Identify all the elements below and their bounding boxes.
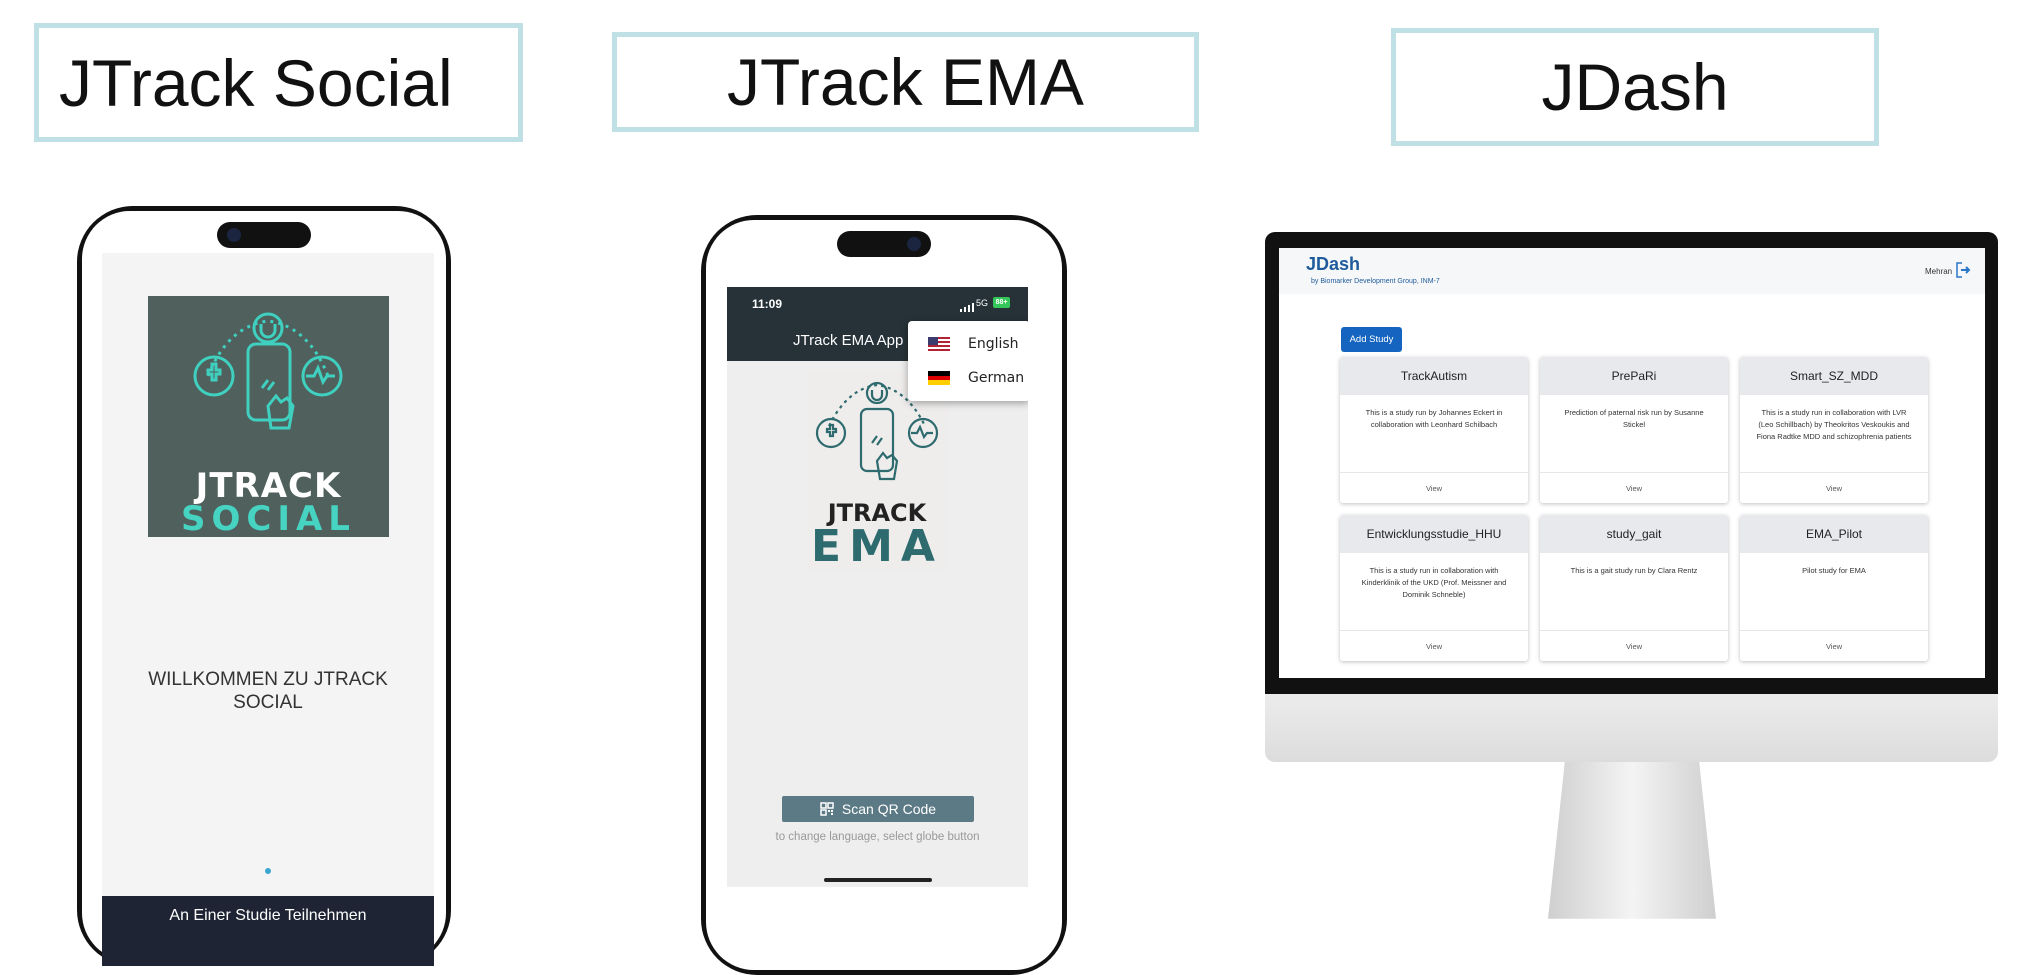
scan-qr-label: Scan QR Code — [841, 801, 937, 817]
logo-line-2: EMA — [811, 521, 943, 572]
network-label: 5G — [976, 298, 989, 308]
logo-line-2: SOCIAL — [181, 499, 356, 539]
study-card: TrackAutism This is a study run by Johan… — [1340, 357, 1528, 503]
study-card-title: TrackAutism — [1340, 357, 1528, 395]
ema-app-screen: 11:09 5G 88+ JTrack EMA App JTRACK EMA E… — [727, 287, 1028, 887]
join-study-label: An Einer Studie Teilnehmen — [169, 907, 367, 924]
language-hint: to change language, select globe button — [775, 831, 980, 843]
study-card: Entwicklungsstudie_HHU This is a study r… — [1340, 515, 1528, 661]
study-card-description: This is a study run in collaboration wit… — [1756, 408, 1912, 441]
study-card-description: This is a study run by Johannes Eckert i… — [1365, 408, 1503, 429]
heading-jtrack-ema: JTrack EMA — [612, 32, 1199, 132]
study-card-description: Prediction of paternal risk run by Susan… — [1564, 408, 1704, 429]
study-card-title: Entwicklungsstudie_HHU — [1340, 515, 1528, 553]
scan-qr-button[interactable]: Scan QR Code — [782, 796, 974, 822]
phone-notch — [837, 231, 931, 257]
language-menu: English German — [908, 321, 1028, 401]
jdash-brand[interactable]: JDash — [1306, 254, 1360, 275]
jtrack-social-logo: JTRACK SOCIAL — [148, 296, 389, 539]
study-card-description: Pilot study for EMA — [1802, 566, 1866, 575]
study-card: EMA_Pilot Pilot study for EMA View — [1740, 515, 1928, 661]
study-card-title: PrePaRi — [1540, 357, 1728, 395]
home-indicator — [824, 878, 932, 882]
battery-indicator: 88+ — [993, 297, 1010, 308]
join-study-button[interactable]: An Einer Studie Teilnehmen — [102, 896, 434, 966]
study-card-title: Smart_SZ_MDD — [1740, 357, 1928, 395]
jdash-subtitle: by Biomarker Development Group, INM-7 — [1311, 278, 1440, 285]
logout-icon[interactable] — [1955, 261, 1971, 279]
jdash-screen: JDash by Biomarker Development Group, IN… — [1279, 248, 1985, 678]
study-card-description: This is a study run in collaboration wit… — [1361, 566, 1507, 599]
monitor-stand — [1548, 762, 1716, 919]
camera — [227, 228, 241, 242]
add-study-button[interactable]: Add Study — [1341, 327, 1402, 352]
camera — [907, 237, 921, 251]
language-label: German — [968, 370, 1025, 386]
study-card-title: study_gait — [1540, 515, 1728, 553]
study-card-description: This is a gait study run by Clara Rentz — [1570, 566, 1698, 575]
phone-jtrack-ema: 11:09 5G 88+ JTrack EMA App JTRACK EMA E… — [701, 215, 1067, 975]
study-view-button[interactable]: View — [1340, 472, 1528, 503]
app-logo-icon — [193, 312, 343, 430]
study-card-title: EMA_Pilot — [1740, 515, 1928, 553]
study-card: study_gait This is a gait study run by C… — [1540, 515, 1728, 661]
heading-text: JTrack EMA — [727, 45, 1084, 119]
jdash-navbar: JDash by Biomarker Development Group, IN… — [1279, 248, 1985, 294]
add-study-label: Add Study — [1349, 334, 1394, 345]
language-option-english[interactable]: English — [908, 327, 1028, 361]
user-name: Mehran — [1925, 267, 1953, 276]
german-flag-icon — [928, 371, 950, 385]
page-indicator-dot — [265, 868, 271, 874]
monitor-chin — [1265, 694, 1998, 762]
welcome-text: WILLKOMMEN ZU JTRACK SOCIAL — [148, 669, 388, 713]
study-view-button[interactable]: View — [1540, 630, 1728, 661]
social-app-screen: JTRACK SOCIAL WILLKOMMEN ZU JTRACK SOCIA… — [102, 253, 434, 966]
language-option-german[interactable]: German — [908, 361, 1028, 395]
study-view-button[interactable]: View — [1740, 472, 1928, 503]
language-label: English — [968, 336, 1019, 352]
phone-jtrack-social: JTRACK SOCIAL WILLKOMMEN ZU JTRACK SOCIA… — [77, 206, 451, 966]
study-view-button[interactable]: View — [1740, 630, 1928, 661]
phone-notch — [217, 222, 311, 248]
study-card: Smart_SZ_MDD This is a study run in coll… — [1740, 357, 1928, 503]
heading-text: JDash — [1541, 50, 1729, 124]
app-title: JTrack EMA App — [793, 332, 904, 349]
signal-icon — [960, 299, 974, 312]
study-view-button[interactable]: View — [1540, 472, 1728, 503]
qr-code-icon — [820, 802, 834, 816]
status-time: 11:09 — [752, 297, 783, 311]
jtrack-ema-logo: JTRACK EMA — [807, 371, 947, 572]
monitor-jdash: JDash by Biomarker Development Group, IN… — [1265, 232, 1998, 927]
study-view-button[interactable]: View — [1340, 630, 1528, 661]
us-flag-icon — [928, 337, 950, 351]
heading-jtrack-social: JTrack Social — [34, 23, 523, 142]
heading-jdash: JDash — [1391, 28, 1879, 146]
study-card: PrePaRi Prediction of paternal risk run … — [1540, 357, 1728, 503]
heading-text: JTrack Social — [59, 45, 453, 120]
